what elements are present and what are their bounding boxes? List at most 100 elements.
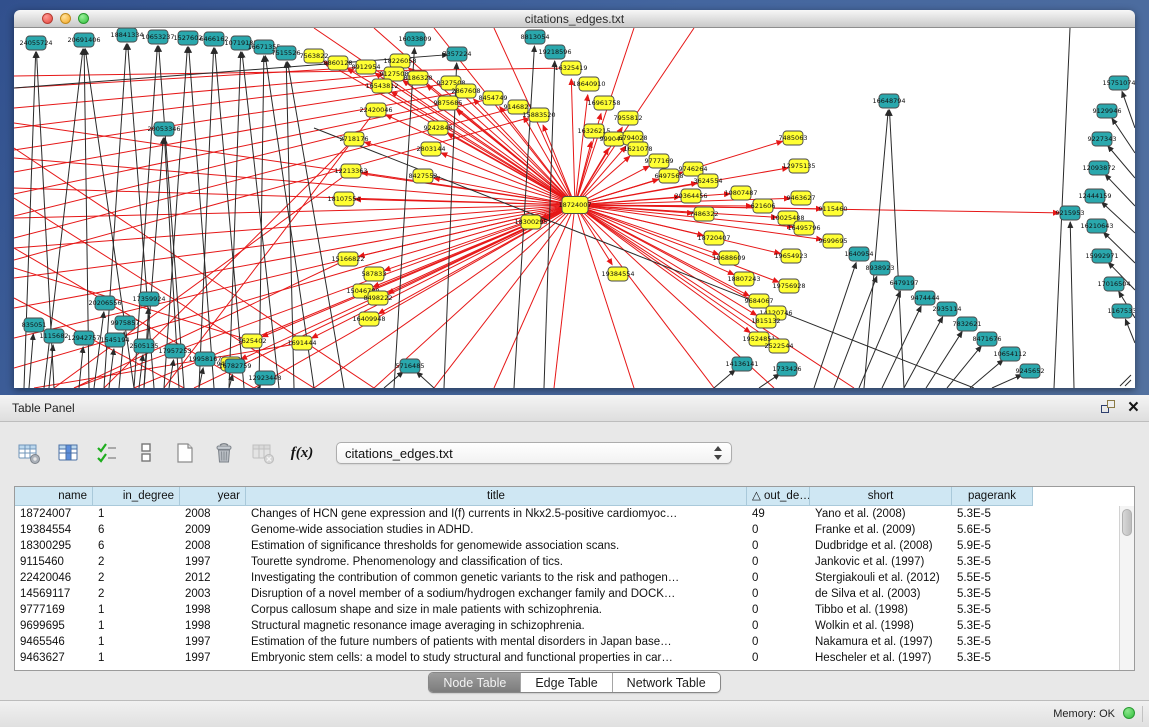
graph-node[interactable]: 12444159 [1078, 189, 1111, 203]
graph-node[interactable]: 1545194 [101, 333, 130, 347]
table-row[interactable]: 969969511998Structural magnetic resonanc… [15, 618, 1134, 634]
graph-node[interactable]: 1527602 [174, 31, 203, 45]
graph-node[interactable]: 16409948 [352, 312, 385, 326]
graph-node[interactable]: 18107554 [327, 192, 360, 206]
graph-node[interactable]: 16543812 [365, 79, 398, 93]
graph-node[interactable]: 7357224 [443, 47, 472, 61]
graph-node[interactable]: 22420046 [359, 103, 392, 117]
table-panel-header[interactable]: Table Panel × [0, 395, 1149, 422]
graph-node[interactable]: 17359924 [132, 292, 165, 306]
graph-node[interactable]: 18807243 [727, 272, 760, 286]
graph-node[interactable]: 8938923 [866, 261, 895, 275]
graph-node[interactable]: 9215953 [1056, 206, 1085, 220]
graph-node[interactable]: 16961758 [587, 96, 620, 110]
graph-node[interactable]: 15992971 [1085, 249, 1118, 263]
select-rows-icon[interactable] [94, 440, 120, 466]
tab-network-table[interactable]: Network Table [612, 673, 720, 692]
graph-node[interactable]: 8912954 [352, 60, 381, 74]
graph-node[interactable]: 2935114 [933, 302, 962, 316]
graph-node[interactable]: 2803144 [417, 142, 446, 156]
graph-node[interactable]: 24055724 [19, 36, 52, 50]
graph-node[interactable]: 18720407 [697, 231, 730, 245]
graph-node[interactable]: 1815132 [752, 314, 781, 328]
rows-icon[interactable] [133, 440, 159, 466]
graph-node[interactable]: 2505135 [130, 339, 159, 353]
graph-node[interactable]: 20053346 [147, 122, 180, 136]
graph-node[interactable]: 19654923 [774, 249, 807, 263]
graph-node[interactable]: 5716485 [396, 359, 425, 373]
table-row[interactable]: 1830029562008Estimation of significance … [15, 538, 1134, 554]
close-panel-icon[interactable]: × [1128, 400, 1139, 415]
graph-node[interactable]: 7625402 [238, 334, 267, 348]
show-columns-icon[interactable] [55, 440, 81, 466]
column-header-in_degree[interactable]: in_degree [93, 487, 180, 506]
table-row[interactable]: 911546021997Tourette syndrome. Phenomeno… [15, 554, 1134, 570]
graph-node[interactable]: 18841334 [110, 28, 143, 42]
graph-node[interactable]: 1621078 [624, 142, 653, 156]
graph-node[interactable]: 2522544 [765, 339, 794, 353]
new-table-icon[interactable] [172, 440, 198, 466]
graph-node[interactable]: 15166822 [331, 252, 364, 266]
graph-node[interactable]: 18724007 [558, 197, 591, 214]
table-row[interactable]: 1456911722003Disruption of a novel membe… [15, 586, 1134, 602]
graph-node[interactable]: 1640954 [845, 247, 874, 261]
graph-node[interactable]: 19218596 [538, 45, 571, 59]
graph-node[interactable]: 9115460 [819, 202, 848, 216]
graph-node[interactable]: 621606 [751, 199, 776, 213]
table-row[interactable]: 977716911998Corpus callosum shape and si… [15, 602, 1134, 618]
graph-node[interactable]: 1733426 [773, 362, 802, 376]
graph-node[interactable]: 20691406 [67, 33, 100, 47]
network-canvas[interactable]: 1872400775638228860128891295418226058912… [14, 28, 1135, 388]
graph-node[interactable]: 3624554 [694, 174, 723, 188]
graph-node[interactable]: 1691444 [288, 336, 317, 350]
graph-node[interactable]: 9463627 [787, 191, 816, 205]
column-header-short[interactable]: short [810, 487, 952, 506]
graph-node[interactable]: 10653237 [141, 30, 174, 44]
trash-icon[interactable] [211, 440, 237, 466]
graph-node[interactable]: 835051 [22, 318, 47, 332]
graph-node[interactable]: 7485063 [779, 131, 808, 145]
graph-node[interactable]: 587833 [362, 267, 387, 281]
graph-node[interactable]: 8498222 [364, 291, 393, 305]
tab-node-table[interactable]: Node Table [429, 673, 520, 692]
graph-node[interactable]: 8471676 [973, 332, 1002, 346]
table-vertical-scrollbar[interactable] [1119, 506, 1134, 670]
graph-node[interactable]: 9875685 [434, 96, 463, 110]
graph-node[interactable]: 12923448 [248, 371, 281, 385]
column-header-out_de[interactable]: △ out_de… [747, 487, 810, 506]
graph-node[interactable]: 1115682 [40, 329, 69, 343]
graph-node[interactable]: 17016504 [1097, 277, 1130, 291]
graph-node[interactable]: 16210643 [1080, 219, 1113, 233]
delete-table-icon[interactable] [250, 440, 276, 466]
graph-node[interactable]: 8813054 [521, 30, 550, 44]
graph-node[interactable]: 16325419 [554, 61, 587, 75]
table-row[interactable]: 1938455462009Genome-wide association stu… [15, 522, 1134, 538]
scrollbar-thumb[interactable] [1122, 509, 1132, 536]
network-window-titlebar[interactable]: citations_edges.txt [14, 10, 1135, 28]
graph-node[interactable]: 16648794 [872, 94, 905, 108]
graph-node[interactable]: 7515526 [272, 46, 301, 60]
graph-node[interactable]: 15751074 [1102, 76, 1135, 90]
graph-node[interactable]: 6479197 [890, 276, 919, 290]
graph-node[interactable]: 18640910 [572, 77, 605, 91]
graph-node[interactable]: 12975135 [782, 159, 815, 173]
graph-node[interactable]: 10688609 [712, 251, 745, 265]
graph-node[interactable]: 18226058 [383, 54, 416, 68]
graph-node[interactable]: 19756928 [772, 279, 805, 293]
graph-node[interactable]: 10807487 [724, 186, 757, 200]
table-options-icon[interactable] [16, 440, 42, 466]
graph-node[interactable]: 9975857 [111, 316, 140, 330]
graph-node[interactable]: 9129946 [1093, 104, 1122, 118]
graph-node[interactable]: 18300295 [514, 215, 547, 229]
graph-node[interactable]: 8186328 [404, 71, 433, 85]
table-row[interactable]: 1872400712008Changes of HCN gene express… [15, 506, 1134, 522]
graph-node[interactable]: 8427552 [409, 169, 438, 183]
graph-node[interactable]: 2718176 [340, 132, 369, 146]
table-row[interactable]: 946554611997Estimation of the future num… [15, 634, 1134, 650]
graph-node[interactable]: 15883520 [522, 108, 555, 122]
graph-node[interactable]: 12213363 [334, 164, 367, 178]
graph-node[interactable]: 7832621 [953, 317, 982, 331]
graph-node[interactable]: 9699695 [819, 234, 848, 248]
graph-node[interactable]: 8860128 [324, 56, 353, 70]
graph-node[interactable]: 16033809 [398, 32, 431, 46]
